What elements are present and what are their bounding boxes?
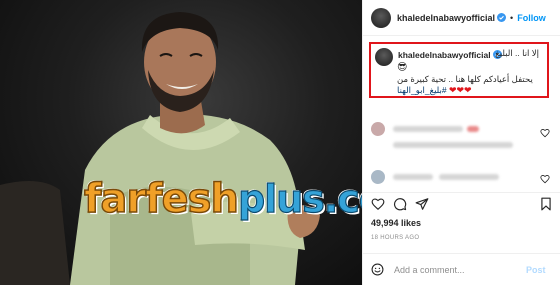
comment-input[interactable] xyxy=(394,264,522,275)
comment-text-blurred xyxy=(393,126,463,132)
share-icon[interactable] xyxy=(415,197,429,211)
heart-icon[interactable] xyxy=(371,197,385,211)
bookmark-icon[interactable] xyxy=(539,197,553,211)
heart-icon[interactable] xyxy=(540,128,550,138)
caption-emoji: 😎 xyxy=(397,62,408,73)
header-username[interactable]: khaledelnabawyofficial xyxy=(397,13,495,23)
post-photo: farfeshplus.com xyxy=(0,0,362,285)
emoji-icon[interactable] xyxy=(371,263,384,276)
photo-illustration xyxy=(0,12,320,285)
comment-item xyxy=(371,122,479,136)
comment-avatar[interactable] xyxy=(371,170,385,184)
heart-icon[interactable] xyxy=(540,174,550,184)
post-header: khaledelnabawyofficial • Follow xyxy=(363,0,560,36)
verified-badge-icon xyxy=(497,13,507,22)
caption-hearts: ❤❤❤ xyxy=(448,85,472,95)
caption-avatar[interactable] xyxy=(375,48,393,66)
comment-text-blurred xyxy=(393,174,433,180)
post-comment-button[interactable]: Post xyxy=(526,265,546,275)
comment-text-blurred xyxy=(393,142,513,148)
watermark-domain: .com xyxy=(323,176,362,221)
caption-line-2: يحتفل أعيادكم كلها هنا .. تحية كبيرة من xyxy=(397,74,533,84)
comment-text-blurred xyxy=(467,126,479,132)
comment-text-blurred xyxy=(439,174,499,180)
caption-username[interactable]: khaledelnabawyofficial xyxy=(398,50,491,60)
avatar[interactable] xyxy=(371,7,391,28)
watermark-plus: plus xyxy=(237,176,325,221)
post-side-panel: khaledelnabawyofficial • Follow khaledel… xyxy=(362,0,560,285)
comment-item xyxy=(371,170,499,184)
caption-highlight-box: khaledelnabawyofficial إلا انا .. البليغ… xyxy=(369,42,549,98)
header-separator: • xyxy=(510,12,514,23)
caption-line-3: #بليغ_ابو_الهنا ❤❤❤ xyxy=(397,85,472,96)
watermark-main: farfesh xyxy=(83,175,239,223)
post-timestamp[interactable]: 18 HOURS AGO xyxy=(371,235,419,241)
likes-count[interactable]: 49,994 likes xyxy=(371,218,421,228)
action-bar xyxy=(363,192,560,214)
follow-button[interactable]: Follow xyxy=(517,13,546,23)
add-comment-bar: Post xyxy=(363,253,560,285)
comment-icon[interactable] xyxy=(393,197,407,211)
watermark-logo: farfeshplus.com xyxy=(83,175,362,228)
comment-avatar[interactable] xyxy=(371,122,385,136)
caption-hashtag[interactable]: #بليغ_ابو_الهنا xyxy=(397,85,447,95)
caption-line-1: إلا انا .. البليغ xyxy=(495,48,539,58)
